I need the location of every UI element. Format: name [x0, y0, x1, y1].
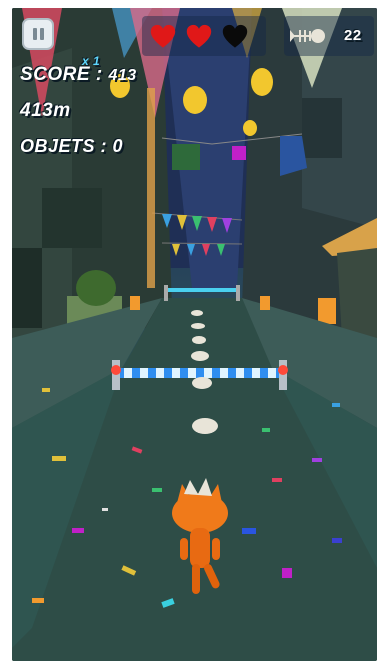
heart-icon — [186, 24, 212, 48]
heart-icon-empty — [222, 24, 248, 48]
objects-value: 0 — [112, 136, 124, 156]
score-display: SCORE : 413 — [20, 64, 137, 86]
objects-label: OBJETS : — [20, 136, 113, 156]
game-screen[interactable]: 22 x 1 SCORE : 413 413m OBJETS : 0 — [12, 8, 377, 661]
objects-display: OBJETS : 0 — [20, 136, 123, 157]
fishbone-icon — [290, 29, 325, 43]
pause-icon — [32, 28, 44, 40]
heart-icon — [150, 24, 176, 48]
fishbone-count: 22 — [344, 27, 362, 44]
distance-display: 413m — [20, 100, 71, 121]
score-label: SCORE : — [20, 64, 109, 85]
pause-button[interactable] — [22, 18, 54, 50]
score-value: 413 — [108, 67, 137, 84]
